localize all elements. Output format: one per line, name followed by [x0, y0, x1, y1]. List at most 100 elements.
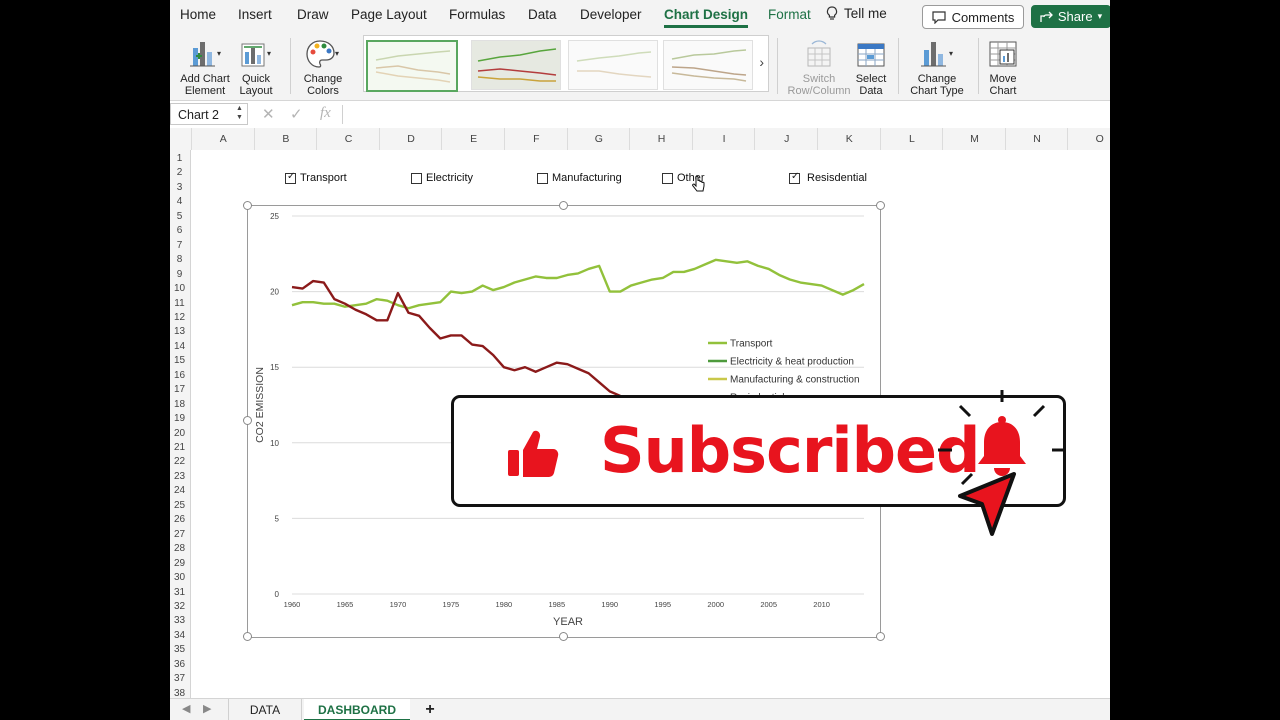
column-header[interactable]: F [504, 128, 568, 150]
tell-me-search[interactable]: Tell me [826, 6, 887, 21]
prev-sheet-icon[interactable]: ◀ [182, 702, 190, 715]
row-header[interactable]: 32 [170, 601, 189, 612]
row-header[interactable]: 16 [170, 370, 189, 381]
checkbox-box[interactable] [789, 171, 800, 184]
change-chart-type-button[interactable]: ▾ Change Chart Type [907, 36, 967, 97]
checkbox-box[interactable] [537, 172, 548, 184]
row-header[interactable]: 25 [170, 500, 189, 511]
column-header[interactable]: E [441, 128, 505, 150]
insert-function-icon[interactable]: fx [320, 105, 331, 122]
column-header[interactable]: N [1004, 128, 1069, 150]
row-header[interactable]: 31 [170, 587, 189, 598]
tab-format[interactable]: Format [768, 7, 811, 22]
chart-style-3[interactable] [568, 40, 658, 90]
tab-chart-design[interactable]: Chart Design [664, 7, 749, 28]
column-header[interactable]: A [191, 128, 255, 150]
enter-icon[interactable]: ✓ [290, 105, 303, 123]
row-header[interactable]: 10 [170, 283, 189, 294]
name-box-stepper-icon[interactable]: ▲ ▼ [236, 104, 243, 122]
resize-handle[interactable] [559, 201, 568, 210]
row-header[interactable]: 26 [170, 514, 189, 525]
chart-style-1[interactable] [366, 40, 458, 92]
sheet-tab-dashboard[interactable]: DASHBOARD [304, 699, 410, 720]
checkbox-electricity[interactable]: Electricity [411, 172, 473, 184]
checkbox-box[interactable] [662, 172, 673, 184]
comments-button[interactable]: Comments [922, 5, 1024, 29]
column-header[interactable]: J [754, 128, 818, 150]
checkbox-manufacturing[interactable]: Manufacturing [537, 172, 622, 184]
resize-handle[interactable] [243, 201, 252, 210]
row-header[interactable]: 37 [170, 673, 189, 684]
select-data-button[interactable]: Select Data [853, 36, 889, 97]
change-colors-button[interactable]: ▾ Change Colors [298, 36, 348, 97]
chevron-right-icon[interactable]: › [759, 54, 764, 70]
row-header[interactable]: 2 [170, 167, 189, 178]
row-header[interactable]: 7 [170, 240, 189, 251]
row-header[interactable]: 27 [170, 529, 189, 540]
resize-handle[interactable] [876, 201, 885, 210]
resize-handle[interactable] [243, 416, 252, 425]
tab-data[interactable]: Data [528, 7, 557, 22]
column-header[interactable]: H [629, 128, 693, 150]
row-header[interactable]: 9 [170, 269, 189, 280]
row-header[interactable]: 11 [170, 298, 189, 309]
row-header[interactable]: 28 [170, 543, 189, 554]
column-header[interactable]: O [1067, 128, 1110, 150]
row-header[interactable]: 17 [170, 384, 189, 395]
column-header[interactable]: I [691, 128, 756, 150]
row-header[interactable]: 29 [170, 558, 189, 569]
checkbox-box[interactable] [411, 172, 422, 184]
cancel-icon[interactable]: ✕ [262, 105, 275, 123]
row-header[interactable]: 1 [170, 153, 189, 164]
column-header[interactable]: G [566, 128, 631, 150]
row-header[interactable]: 33 [170, 615, 189, 626]
next-sheet-icon[interactable]: ▶ [203, 702, 211, 715]
column-header[interactable]: K [817, 128, 881, 150]
row-header[interactable]: 36 [170, 659, 189, 670]
move-chart-button[interactable]: Move Chart [984, 36, 1022, 97]
row-header[interactable]: 22 [170, 456, 189, 467]
column-header[interactable]: B [253, 128, 318, 150]
row-header[interactable]: 35 [170, 644, 189, 655]
chart-style-2[interactable] [471, 40, 561, 90]
share-button[interactable]: Share ▾ [1031, 5, 1110, 28]
checkbox-residential[interactable]: Resisdential [789, 171, 867, 184]
row-header[interactable]: 24 [170, 485, 189, 496]
row-header[interactable]: 4 [170, 196, 189, 207]
switch-row-column-button[interactable]: Switch Row/Column [787, 36, 851, 97]
row-header[interactable]: 30 [170, 572, 189, 583]
row-header[interactable]: 38 [170, 688, 189, 699]
resize-handle[interactable] [559, 632, 568, 641]
row-header[interactable]: 6 [170, 225, 189, 236]
column-header[interactable]: L [879, 128, 944, 150]
tab-draw[interactable]: Draw [297, 7, 329, 22]
row-header[interactable]: 13 [170, 326, 189, 337]
row-header[interactable]: 5 [170, 211, 189, 222]
checkbox-box[interactable] [285, 171, 296, 184]
tab-developer[interactable]: Developer [580, 7, 642, 22]
chart-style-4[interactable] [663, 40, 753, 90]
add-chart-element-button[interactable]: ▾ Add Chart Element [179, 36, 231, 97]
row-header[interactable]: 12 [170, 312, 189, 323]
tab-home[interactable]: Home [180, 7, 216, 22]
row-header[interactable]: 19 [170, 413, 189, 424]
checkbox-transport[interactable]: Transport [285, 171, 347, 184]
column-header[interactable]: M [942, 128, 1006, 150]
tab-insert[interactable]: Insert [238, 7, 272, 22]
row-header[interactable]: 21 [170, 442, 189, 453]
row-header[interactable]: 3 [170, 182, 189, 193]
row-header[interactable]: 34 [170, 630, 189, 641]
resize-handle[interactable] [876, 632, 885, 641]
row-header[interactable]: 8 [170, 254, 189, 265]
add-sheet-button[interactable]: + [418, 699, 442, 720]
column-header[interactable]: D [378, 128, 443, 150]
row-header[interactable]: 18 [170, 399, 189, 410]
row-header[interactable]: 20 [170, 428, 189, 439]
quick-layout-button[interactable]: ▾ Quick Layout [232, 36, 280, 97]
tab-formulas[interactable]: Formulas [449, 7, 505, 22]
row-header[interactable]: 14 [170, 341, 189, 352]
sheet-tab-data[interactable]: DATA [228, 699, 302, 720]
row-header[interactable]: 23 [170, 471, 189, 482]
row-header[interactable]: 15 [170, 355, 189, 366]
tab-page-layout[interactable]: Page Layout [351, 7, 427, 22]
